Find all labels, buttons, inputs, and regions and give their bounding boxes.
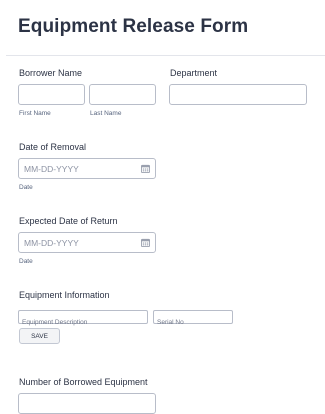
borrowed-count-label: Number of Borrowed Equipment	[19, 377, 148, 387]
borrower-name-label: Borrower Name	[19, 68, 83, 78]
department-label: Department	[170, 68, 218, 78]
last-name-sublabel: Last Name	[90, 110, 122, 117]
equipment-description-field[interactable]	[18, 310, 148, 329]
department-field[interactable]	[169, 84, 307, 105]
first-name-sublabel: First Name	[19, 110, 51, 117]
serial-no-input[interactable]	[154, 316, 232, 329]
return-date-sublabel: Date	[19, 258, 33, 265]
calendar-icon[interactable]	[141, 164, 150, 173]
borrowed-count-input[interactable]	[19, 394, 155, 414]
department-input[interactable]	[170, 85, 306, 105]
header-divider	[6, 55, 325, 56]
save-button[interactable]: SAVE	[19, 328, 60, 344]
last-name-input[interactable]	[90, 85, 155, 105]
removal-date-sublabel: Date	[19, 184, 33, 191]
equipment-info-label: Equipment Information	[19, 290, 110, 300]
last-name-field[interactable]	[89, 84, 156, 105]
return-date-input[interactable]	[19, 233, 155, 253]
serial-no-field[interactable]	[153, 310, 233, 329]
first-name-input[interactable]	[19, 85, 84, 105]
calendar-icon[interactable]	[141, 238, 150, 247]
removal-date-field[interactable]	[18, 158, 156, 179]
removal-date-label: Date of Removal	[19, 142, 87, 152]
removal-date-input[interactable]	[19, 159, 155, 179]
return-date-label: Expected Date of Return	[19, 216, 118, 226]
equipment-description-input[interactable]	[19, 316, 147, 329]
form-title: Equipment Release Form	[18, 16, 249, 37]
borrowed-count-field[interactable]	[18, 393, 156, 414]
first-name-field[interactable]	[18, 84, 85, 105]
return-date-field[interactable]	[18, 232, 156, 253]
